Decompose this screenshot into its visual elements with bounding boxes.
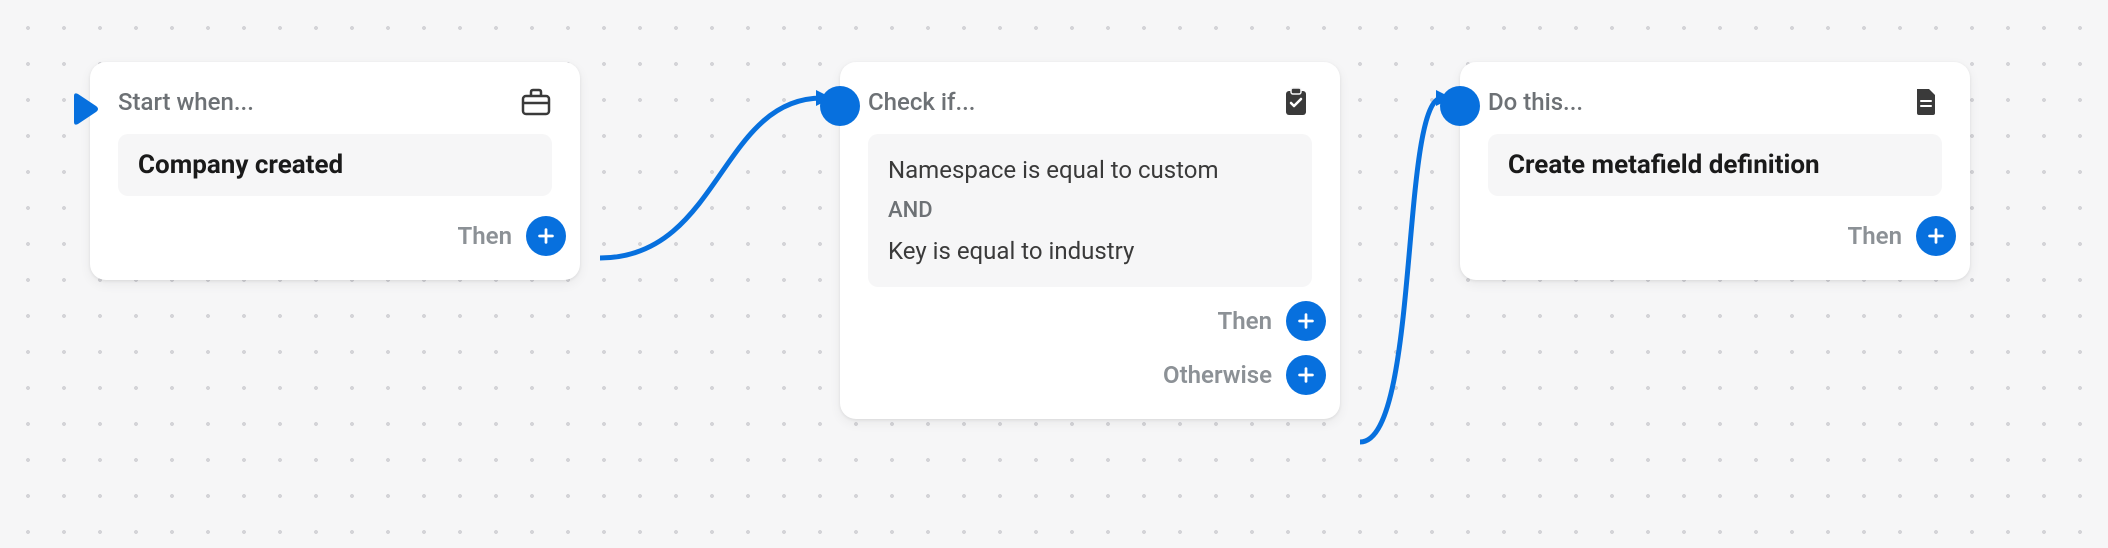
trigger-then-label: Then (458, 222, 512, 250)
condition-input-marker-icon (820, 86, 860, 126)
trigger-then-add-button[interactable] (526, 216, 566, 256)
action-title: Create metafield definition (1508, 150, 1922, 180)
action-content[interactable]: Create metafield definition (1488, 134, 1942, 196)
condition-line-1: Namespace is equal to custom (888, 150, 1292, 190)
condition-header: Check if... (868, 86, 1312, 118)
condition-otherwise-label: Otherwise (1163, 361, 1272, 389)
action-then-add-button[interactable] (1916, 216, 1956, 256)
trigger-header-label: Start when... (118, 88, 254, 116)
condition-then-add-button[interactable] (1286, 301, 1326, 341)
action-header-label: Do this... (1488, 88, 1583, 116)
action-header: Do this... (1488, 86, 1942, 118)
condition-content[interactable]: Namespace is equal to custom AND Key is … (868, 134, 1312, 287)
start-marker-icon (72, 92, 100, 130)
condition-line-2: Key is equal to industry (888, 231, 1292, 271)
trigger-content[interactable]: Company created (118, 134, 552, 196)
condition-header-label: Check if... (868, 88, 975, 116)
briefcase-icon (520, 86, 552, 118)
flow-canvas[interactable]: Start when... Company created Then (0, 0, 2108, 548)
action-then-label: Then (1848, 222, 1902, 250)
trigger-title: Company created (138, 150, 532, 180)
trigger-node[interactable]: Start when... Company created Then (90, 62, 580, 280)
condition-then-label: Then (1218, 307, 1272, 335)
condition-otherwise-add-button[interactable] (1286, 355, 1326, 395)
document-icon (1910, 86, 1942, 118)
action-node[interactable]: Do this... Create metafield definition T… (1460, 62, 1970, 280)
action-input-marker-icon (1440, 86, 1480, 126)
trigger-header: Start when... (118, 86, 552, 118)
condition-node[interactable]: Check if... Namespace is equal to custom… (840, 62, 1340, 419)
condition-and: AND (888, 190, 1292, 231)
clipboard-check-icon (1280, 86, 1312, 118)
